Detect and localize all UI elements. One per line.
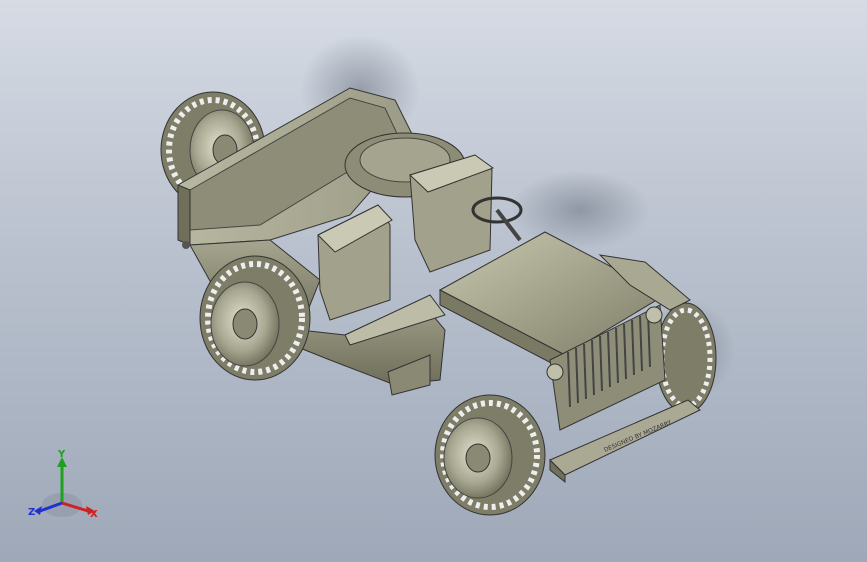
x-axis-label: X xyxy=(90,509,98,520)
z-axis-label: Z xyxy=(28,507,35,518)
front-seat[interactable] xyxy=(409,154,495,273)
right-headlight xyxy=(645,306,663,324)
rear-seat[interactable] xyxy=(317,204,393,321)
rear-side-tire[interactable] xyxy=(199,255,311,381)
y-axis-label: Y xyxy=(57,449,66,460)
graphics-viewport[interactable]: DESIGNED BY MOZARRY Y X Z xyxy=(0,0,867,562)
jeep-model[interactable]: DESIGNED BY MOZARRY xyxy=(0,0,867,562)
front-left-tire[interactable] xyxy=(434,394,546,516)
rear-right-tire[interactable] xyxy=(655,302,717,414)
axis-triad: Y X Z xyxy=(28,449,98,520)
left-headlight xyxy=(546,363,564,381)
